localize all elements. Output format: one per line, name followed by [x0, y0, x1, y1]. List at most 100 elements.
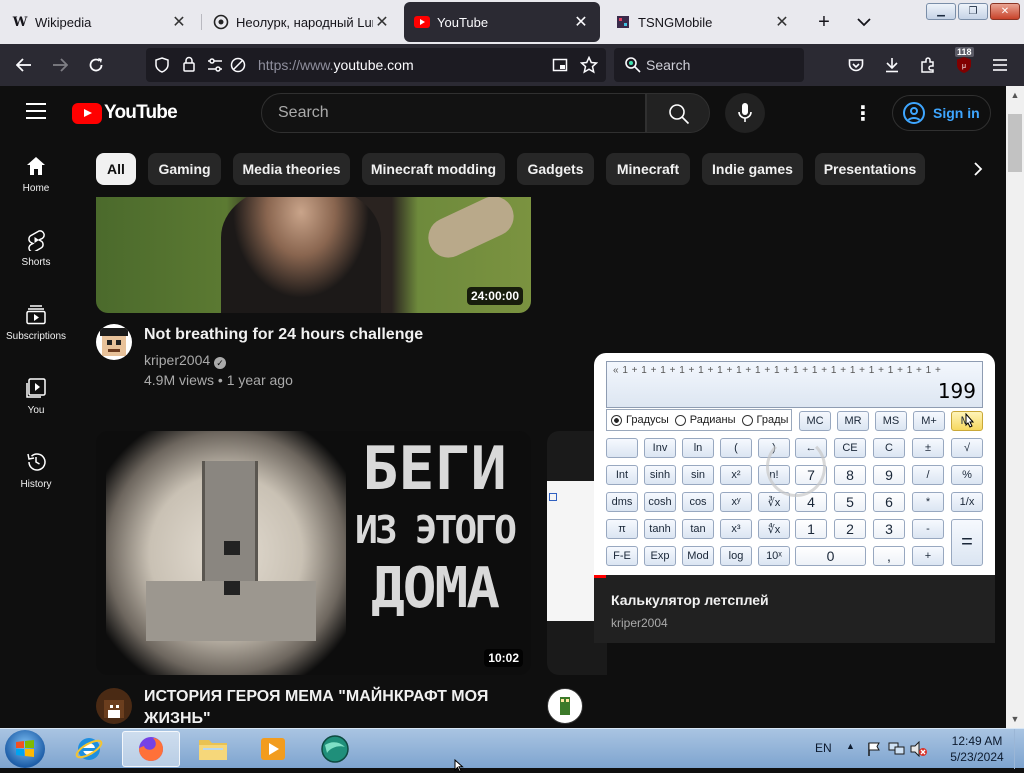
tab-neolurk[interactable]: Неолурк, народный Lurkm ✕ — [203, 2, 401, 42]
chip-gadgets[interactable]: Gadgets — [517, 153, 594, 185]
settings-more-icon[interactable]: ⋮ — [853, 102, 873, 126]
close-icon[interactable]: ✕ — [773, 12, 791, 32]
extensions-button[interactable] — [916, 53, 940, 77]
url-text[interactable]: https://www.youtube.com — [258, 57, 414, 73]
chevron-right-icon[interactable] — [960, 152, 996, 186]
calc-button[interactable]: Int — [606, 465, 638, 485]
calc-button[interactable]: M+ — [913, 411, 945, 431]
calc-button[interactable]: Mod — [682, 546, 714, 566]
calc-button[interactable]: / — [912, 465, 944, 485]
calc-button[interactable]: 5 — [834, 492, 866, 512]
guide-item-you[interactable]: You — [0, 364, 72, 424]
calc-button[interactable]: x² — [720, 465, 752, 485]
calc-button[interactable]: cosh — [644, 492, 676, 512]
pocket-button[interactable] — [844, 53, 868, 77]
calc-button[interactable]: 6 — [873, 492, 905, 512]
calc-button[interactable]: 3 — [873, 519, 905, 539]
close-icon[interactable]: ✕ — [373, 12, 391, 32]
scroll-down-icon[interactable]: ▼ — [1006, 710, 1024, 728]
youtube-search-button[interactable] — [646, 93, 710, 133]
minimize-button[interactable]: ▁ — [926, 3, 956, 20]
video-thumbnail[interactable]: БЕГИ ИЗ ЭТОГО ДОМА 10:02 — [96, 431, 531, 675]
calc-button[interactable]: π — [606, 519, 638, 539]
radio-checked-icon[interactable] — [611, 414, 622, 426]
ublock-button[interactable]: μ 118 — [952, 47, 976, 77]
action-center-flag-icon[interactable] — [866, 741, 882, 757]
taskbar-app[interactable] — [306, 731, 364, 767]
video-title[interactable]: Not breathing for 24 hours challenge — [144, 324, 524, 346]
address-bar[interactable]: https://www.youtube.com — [146, 48, 606, 82]
taskbar-media-player[interactable] — [244, 731, 302, 767]
language-indicator[interactable]: EN — [815, 741, 832, 755]
permissions-icon[interactable] — [206, 57, 224, 78]
show-hidden-icons-icon[interactable]: ▲ — [846, 741, 855, 751]
scroll-up-icon[interactable]: ▲ — [1006, 86, 1024, 104]
chip-all[interactable]: All — [96, 153, 136, 185]
tab-youtube[interactable]: YouTube ✕ — [404, 2, 600, 42]
calc-button[interactable]: 1/x — [951, 492, 983, 512]
calc-button[interactable]: tanh — [644, 519, 676, 539]
calc-button[interactable]: ∜x — [758, 519, 790, 539]
guide-item-shorts[interactable]: Shorts — [0, 216, 72, 276]
system-clock[interactable]: 12:49 AM 5/23/2024 — [948, 733, 1006, 765]
calc-button[interactable]: MC — [799, 411, 831, 431]
calc-button[interactable]: sin — [682, 465, 714, 485]
back-button[interactable] — [12, 53, 36, 77]
calc-button[interactable] — [606, 438, 638, 458]
taskbar-internet-explorer[interactable] — [60, 731, 118, 767]
video-title[interactable]: Калькулятор летсплей — [611, 592, 769, 608]
chip-presentations[interactable]: Presentations — [815, 153, 925, 185]
guide-item-history[interactable]: History — [0, 438, 72, 498]
close-icon[interactable]: ✕ — [170, 12, 188, 32]
browser-search-bar[interactable]: Search — [614, 48, 804, 82]
calc-button[interactable]: sinh — [644, 465, 676, 485]
taskbar-firefox[interactable] — [122, 731, 180, 767]
calc-button[interactable]: % — [951, 465, 983, 485]
guide-menu-icon[interactable] — [26, 103, 46, 119]
video-title[interactable]: ИСТОРИЯ ГЕРОЯ МЕМА "МАЙНКРАФТ МОЯ ЖИЗНЬ" — [144, 686, 524, 728]
radio-icon[interactable] — [741, 414, 753, 426]
bookmark-star-icon[interactable] — [579, 55, 599, 79]
calc-button[interactable]: C — [873, 438, 905, 458]
calc-button[interactable]: - — [912, 519, 944, 539]
guide-item-home[interactable]: Home — [0, 142, 72, 202]
calc-button[interactable]: * — [912, 492, 944, 512]
close-icon[interactable]: ✕ — [572, 12, 590, 32]
calc-button[interactable]: Inv — [644, 438, 676, 458]
calc-button[interactable]: ln — [682, 438, 714, 458]
channel-avatar[interactable] — [547, 688, 583, 724]
close-window-button[interactable]: ✕ — [990, 3, 1020, 20]
shield-icon[interactable] — [154, 57, 170, 78]
radio-icon[interactable] — [674, 414, 686, 426]
calc-button[interactable]: MR — [837, 411, 869, 431]
calc-button[interactable]: 10ˣ — [758, 546, 790, 566]
video-channel[interactable]: kriper2004 ✓ — [144, 352, 227, 369]
voice-search-button[interactable] — [725, 93, 765, 133]
calc-button[interactable]: CE — [834, 438, 866, 458]
calc-button[interactable]: F-E — [606, 546, 638, 566]
calc-button[interactable]: x³ — [720, 519, 752, 539]
chip-gaming[interactable]: Gaming — [148, 153, 221, 185]
calc-button[interactable]: √ — [951, 438, 983, 458]
calc-button[interactable]: 1 — [795, 519, 827, 539]
new-tab-button[interactable]: + — [812, 10, 836, 34]
start-button[interactable] — [5, 730, 45, 768]
scrollbar-thumb[interactable] — [1008, 114, 1022, 172]
taskbar-file-explorer[interactable] — [184, 731, 242, 767]
calc-button[interactable]: + — [912, 546, 944, 566]
network-icon[interactable] — [888, 741, 906, 757]
calc-button[interactable]: ( — [720, 438, 752, 458]
calc-button[interactable]: 9 — [873, 465, 905, 485]
app-menu-button[interactable] — [988, 53, 1012, 77]
volume-muted-icon[interactable] — [910, 741, 928, 757]
video-channel[interactable]: kriper2004 — [611, 616, 668, 630]
restore-button[interactable]: ❐ — [958, 3, 988, 20]
tab-tsngmobile[interactable]: TSNGMobile ✕ — [605, 2, 801, 42]
reload-button[interactable] — [84, 53, 108, 77]
show-desktop-button[interactable] — [1014, 729, 1024, 769]
calc-equals-button[interactable]: = — [951, 519, 983, 566]
calc-button[interactable]: 0 — [795, 546, 866, 566]
chip-indie-games[interactable]: Indie games — [702, 153, 803, 185]
youtube-logo[interactable]: YouTube — [72, 102, 178, 124]
calc-button[interactable]: tan — [682, 519, 714, 539]
